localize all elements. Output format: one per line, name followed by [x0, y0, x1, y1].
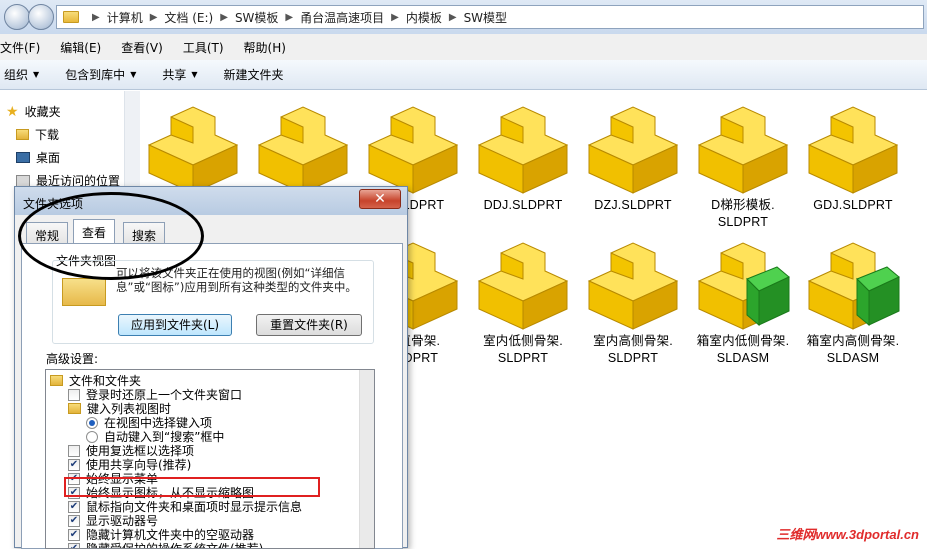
part-file-icon [801, 97, 905, 197]
file-item[interactable]: 箱室内高侧骨架. SLDASM [801, 233, 905, 367]
nav-desktop[interactable]: 桌面 [16, 149, 60, 166]
checkbox[interactable]: ✔ [68, 529, 80, 541]
apply-to-folders-button[interactable]: 应用到文件夹(L) [118, 314, 232, 336]
file-item[interactable]: 室内高侧骨架. SLDPRT [581, 233, 685, 367]
checkbox[interactable] [68, 445, 80, 457]
nav-downloads[interactable]: 下载 [16, 126, 59, 143]
tab-view[interactable]: 查看 [73, 219, 115, 243]
menu-file[interactable]: 文件(F) [0, 39, 40, 56]
file-item[interactable]: 室内低侧骨架. SLDPRT [471, 233, 575, 367]
file-item[interactable] [141, 97, 245, 197]
file-item[interactable] [251, 97, 355, 197]
assembly-file-icon [691, 233, 795, 333]
file-name: DDJ.SLDPRT [471, 197, 575, 214]
breadcrumb-item[interactable]: 文档 (E:) [164, 9, 213, 26]
folder-view-icon [62, 278, 106, 306]
folder-icon [50, 375, 63, 386]
file-name: GDJ.SLDPRT [801, 197, 905, 214]
file-item[interactable]: 箱室内低侧骨架. SLDASM [691, 233, 795, 367]
command-bar: 组织▼ 包含到库中▼ 共享▼ 新建文件夹 [0, 60, 927, 90]
breadcrumb-item[interactable]: SW模型 [464, 9, 507, 26]
file-item[interactable]: GDJ.SLDPRT [801, 97, 905, 214]
advanced-settings-list[interactable]: 文件和文件夹登录时还原上一个文件夹窗口键入列表视图时在视图中选择键入项自动键入到… [45, 369, 375, 549]
part-file-icon [141, 97, 245, 197]
folder-icon [68, 403, 81, 414]
menu-bar: 文件(F) 编辑(E) 查看(V) 工具(T) 帮助(H) [0, 34, 927, 60]
forward-button[interactable] [28, 4, 54, 30]
assembly-file-icon [801, 233, 905, 333]
breadcrumb-item[interactable]: 计算机 [107, 9, 143, 26]
nav-favorites[interactable]: ★收藏夹 [6, 103, 61, 120]
checkbox[interactable]: ✔ [68, 543, 80, 549]
breadcrumb-item[interactable]: 内模板 [406, 9, 442, 26]
file-name: 箱室内低侧骨架. SLDASM [691, 333, 795, 367]
menu-help[interactable]: 帮助(H) [244, 39, 286, 56]
folder-icon [16, 129, 29, 140]
watermark: 三维网www.3dportal.cn [776, 524, 919, 543]
reset-folders-button[interactable]: 重置文件夹(R) [256, 314, 362, 336]
chevron-down-icon: ▼ [130, 70, 136, 79]
part-file-icon [691, 97, 795, 197]
radio-button[interactable] [86, 431, 98, 443]
part-file-icon [471, 97, 575, 197]
breadcrumb-item[interactable]: SW模板 [235, 9, 278, 26]
organize-button[interactable]: 组织▼ [4, 66, 39, 83]
checkbox[interactable]: ✔ [68, 501, 80, 513]
file-name: 箱室内高侧骨架. SLDASM [801, 333, 905, 367]
desktop-icon [16, 152, 30, 163]
chevron-down-icon: ▼ [191, 70, 197, 79]
address-bar-area: ▶ 计算机 ▶ 文档 (E:) ▶ SW模板 ▶ 甬台温高速项目 ▶ 内模板 ▶… [0, 0, 927, 34]
radio-button[interactable] [86, 417, 98, 429]
star-icon: ★ [6, 104, 19, 120]
advanced-settings-label: 高级设置: [46, 350, 98, 367]
advanced-list-scrollbar[interactable] [359, 370, 374, 548]
annotation-highlight-box [64, 477, 320, 497]
chevron-down-icon: ▼ [33, 70, 39, 79]
part-file-icon [581, 97, 685, 197]
include-library-button[interactable]: 包含到库中▼ [65, 66, 136, 83]
file-item[interactable]: DZJ.SLDPRT [581, 97, 685, 214]
checkbox[interactable]: ✔ [68, 515, 80, 527]
menu-view[interactable]: 查看(V) [121, 39, 163, 56]
share-button[interactable]: 共享▼ [162, 66, 197, 83]
file-name: D梯形模板. SLDPRT [691, 197, 795, 231]
checkbox[interactable] [68, 389, 80, 401]
new-folder-button[interactable]: 新建文件夹 [224, 66, 284, 83]
file-name: DZJ.SLDPRT [581, 197, 685, 214]
folder-icon [63, 11, 79, 23]
close-button[interactable]: ✕ [359, 189, 401, 209]
file-name: 室内高侧骨架. SLDPRT [581, 333, 685, 367]
back-button[interactable] [4, 4, 30, 30]
checkbox[interactable]: ✔ [68, 459, 80, 471]
part-file-icon [251, 97, 355, 197]
recent-places-icon [16, 175, 30, 187]
part-file-icon [361, 97, 465, 197]
file-item[interactable]: DDJ.SLDPRT [471, 97, 575, 214]
breadcrumb[interactable]: ▶ 计算机 ▶ 文档 (E:) ▶ SW模板 ▶ 甬台温高速项目 ▶ 内模板 ▶… [56, 5, 924, 29]
breadcrumb-item[interactable]: 甬台温高速项目 [300, 9, 384, 26]
file-item[interactable]: D梯形模板. SLDPRT [691, 97, 795, 231]
part-file-icon [581, 233, 685, 333]
file-name: 室内低侧骨架. SLDPRT [471, 333, 575, 367]
part-file-icon [471, 233, 575, 333]
menu-tools[interactable]: 工具(T) [183, 39, 224, 56]
menu-edit[interactable]: 编辑(E) [60, 39, 101, 56]
